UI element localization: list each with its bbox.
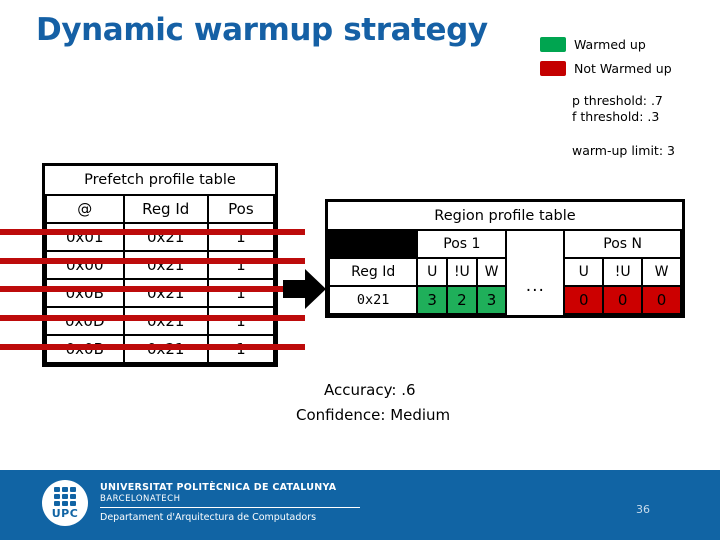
cell-addr: 0x0B [45,278,125,308]
accuracy-row: Accuracy: .6 [324,378,450,403]
gap-cell [506,230,565,258]
pos1-header: Pos 1 [416,229,508,259]
posN-subheader-u: U [563,257,605,287]
page-number: 36 [636,503,650,516]
university-name: UNIVERSITAT POLITÈCNICA DE CATALUNYA [100,482,337,493]
upc-seal-icon: UPC [42,480,88,526]
page-title: Dynamic warmup strategy [36,12,488,48]
confidence-row: Confidence: Medium [296,403,450,428]
legend-label-not-warmed: Not Warmed up [574,60,672,76]
footer-text-block: UNIVERSITAT POLITÈCNICA DE CATALUNYA BAR… [100,482,360,524]
column-header-reg-id: Reg Id [122,194,209,224]
legend-label-warmed: Warmed up [574,36,646,52]
confidence-value: Medium [390,406,451,424]
cell-pos: 1 [206,250,276,280]
right-arrow-icon [283,268,327,310]
accuracy-label: Accuracy: [324,381,397,399]
strikethrough-line-row-1 [0,229,305,235]
region-subheader-row: Reg Id U !U W ... U !U W [327,257,682,314]
cell-pos: 1 [206,278,276,308]
posN-value-not-u: 0 [602,285,644,315]
table-row: 0x21 3 2 3 0 0 0 [327,285,682,315]
strikethrough-line-row-4 [0,315,305,321]
accuracy-value: .6 [401,381,416,399]
region-cell-reg-id: 0x21 [327,285,419,315]
cell-reg-id: 0x21 [122,306,209,336]
prefetch-table-title: Prefetch profile table [46,166,274,196]
pos1-subheader-w: W [475,257,508,287]
region-reg-id-header: Reg Id [327,257,419,287]
legend-item-warmed: Warmed up [540,32,672,56]
f-threshold-text: f threshold: .3 [572,109,660,124]
cell-addr: 0x0D [45,306,125,336]
column-header-pos: Pos [206,194,276,224]
blank-black-cell [327,229,419,259]
upc-logo-text: UPC [51,507,79,520]
posN-value-w: 0 [641,285,682,315]
p-threshold-text: p threshold: .7 [572,93,663,108]
footer-bar: UPC UNIVERSITAT POLITÈCNICA DE CATALUNYA… [0,470,720,540]
region-profile-table: Region profile table Pos 1 Pos N Reg Id … [325,199,685,318]
column-header-addr: @ [45,194,125,224]
prefetch-profile-table: Prefetch profile table @ Reg Id Pos 0x01… [42,163,278,367]
upc-dots-icon [54,487,76,506]
warmup-limit-text: warm-up limit: 3 [572,143,675,158]
cell-addr: 0x01 [45,222,125,252]
cell-reg-id: 0x21 [122,278,209,308]
cell-reg-id: 0x21 [122,250,209,280]
cell-addr: 0x00 [45,250,125,280]
threshold-parameters: p threshold: .7 f threshold: .3 [572,93,663,125]
region-pos-header-row: Pos 1 Pos N [327,229,682,259]
table-row: 0x01 0x21 1 [45,222,276,252]
table-row: 0x0D 0x21 1 [45,306,276,336]
green-square-swatch [540,36,566,52]
cell-pos: 1 [206,222,276,252]
pos1-value-u: 3 [416,285,449,315]
legend: Warmed up Not Warmed up [540,32,672,80]
region-table-title: Region profile table [329,202,681,231]
barcelonatech-name: BARCELONATECH [100,494,360,508]
strikethrough-line-row-2 [0,258,305,264]
legend-item-not-warmed: Not Warmed up [540,56,672,80]
ellipsis-separator: ... [506,258,565,314]
red-square-swatch [540,60,566,76]
pos1-value-not-u: 2 [446,285,478,315]
table-row: 0x0B 0x21 1 [45,278,276,308]
cell-pos: 1 [206,306,276,336]
region-title-row: Region profile table [329,202,681,231]
department-name: Departament d'Arquitectura de Computador… [100,512,317,523]
confidence-label: Confidence: [296,406,386,424]
metrics-block: Accuracy: .6 Confidence: Medium [296,378,450,428]
posN-header: Pos N [563,229,682,259]
posN-subheader-not-u: !U [602,257,644,287]
strikethrough-line-row-5 [0,344,305,350]
table-title-row: Prefetch profile table [46,166,274,196]
strikethrough-line-row-3 [0,286,305,292]
posN-value-u: 0 [563,285,605,315]
table-header-row: @ Reg Id Pos [45,194,276,224]
pos1-subheader-not-u: !U [446,257,478,287]
table-row: 0x00 0x21 1 [45,250,276,280]
pos1-value-w: 3 [475,285,508,315]
upc-logo: UPC UNIVERSITAT POLITÈCNICA DE CATALUNYA… [42,480,360,526]
posN-subheader-w: W [641,257,682,287]
cell-reg-id: 0x21 [122,222,209,252]
pos1-subheader-u: U [416,257,449,287]
